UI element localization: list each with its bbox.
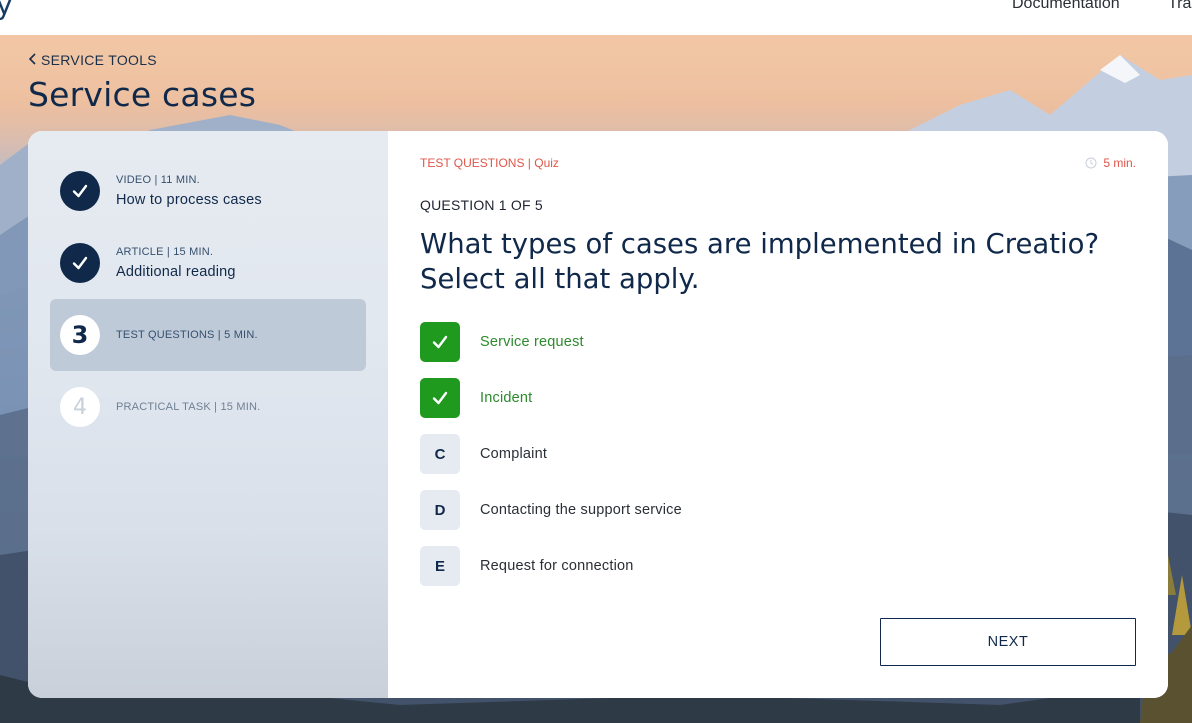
answer-label: Contacting the support service — [480, 502, 682, 518]
checkmark-icon — [432, 391, 448, 405]
step-video[interactable]: VIDEO | 11 MIN. How to process cases — [50, 155, 366, 227]
duration-text: 5 min. — [1103, 156, 1136, 170]
chevron-left-icon — [28, 52, 37, 68]
step-meta: ARTICLE | 15 MIN. — [116, 246, 214, 258]
course-steps-sidebar: VIDEO | 11 MIN. How to process cases ART… — [28, 131, 388, 698]
step-done-indicator — [60, 171, 100, 211]
answer-letter-box[interactable]: C — [420, 434, 460, 474]
answer-checkbox-checked[interactable] — [420, 378, 460, 418]
checkmark-icon — [72, 184, 88, 198]
clock-icon — [1085, 157, 1097, 169]
next-button[interactable]: NEXT — [880, 618, 1136, 666]
step-name: How to process cases — [116, 192, 262, 208]
step-test-questions[interactable]: 3 TEST QUESTIONS | 5 MIN. — [50, 299, 366, 371]
breadcrumb-back-link[interactable]: SERVICE TOOLS — [28, 52, 157, 68]
quiz-panel: TEST QUESTIONS | Quiz 5 min. QUESTION 1 … — [388, 131, 1168, 698]
step-article[interactable]: ARTICLE | 15 MIN. Additional reading — [50, 227, 366, 299]
answer-option-a[interactable]: Service request — [420, 322, 584, 362]
step-meta: VIDEO | 11 MIN. — [116, 174, 200, 186]
site-logo[interactable]: y — [0, 0, 13, 21]
answer-letter-box[interactable]: E — [420, 546, 460, 586]
step-done-indicator — [60, 243, 100, 283]
course-card: VIDEO | 11 MIN. How to process cases ART… — [28, 131, 1168, 698]
checkmark-icon — [72, 256, 88, 270]
nav-link-training[interactable]: Tra — [1168, 0, 1191, 13]
page-title: Service cases — [28, 75, 257, 114]
answer-label: Request for connection — [480, 558, 634, 574]
step-number-badge: 3 — [60, 315, 100, 355]
answer-option-b[interactable]: Incident — [420, 378, 532, 418]
step-number-badge: 4 — [60, 387, 100, 427]
answer-letter-box[interactable]: D — [420, 490, 460, 530]
quiz-section-label: TEST QUESTIONS | Quiz — [420, 156, 559, 170]
checkmark-icon — [432, 335, 448, 349]
nav-link-documentation[interactable]: Documentation — [1012, 0, 1120, 13]
answer-option-d[interactable]: D Contacting the support service — [420, 490, 682, 530]
quiz-duration: 5 min. — [1085, 156, 1136, 170]
step-meta: PRACTICAL TASK | 15 MIN. — [116, 401, 261, 413]
answer-checkbox-checked[interactable] — [420, 322, 460, 362]
question-text: What types of cases are implemented in C… — [420, 228, 1100, 295]
step-name: Additional reading — [116, 264, 236, 280]
answer-label: Complaint — [480, 446, 548, 462]
answer-label: Service request — [480, 334, 584, 350]
question-counter: QUESTION 1 OF 5 — [420, 197, 543, 213]
step-meta: TEST QUESTIONS | 5 MIN. — [116, 329, 258, 341]
answer-option-c[interactable]: C Complaint — [420, 434, 547, 474]
answer-option-e[interactable]: E Request for connection — [420, 546, 634, 586]
top-navigation-bar: y Documentation Tra — [0, 0, 1192, 35]
breadcrumb-label: SERVICE TOOLS — [41, 52, 157, 68]
answer-label: Incident — [480, 390, 533, 406]
step-practical-task[interactable]: 4 PRACTICAL TASK | 15 MIN. — [50, 371, 366, 443]
